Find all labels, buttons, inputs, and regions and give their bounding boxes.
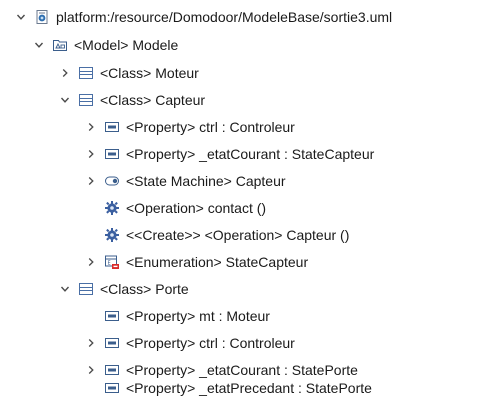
tree-node-label: <Class> Capteur xyxy=(100,92,206,108)
tree-node-state-machine[interactable]: <State Machine> Capteur xyxy=(84,168,286,194)
model-package-icon xyxy=(52,37,68,53)
property-icon xyxy=(104,146,120,162)
chevron-down-icon[interactable] xyxy=(32,38,46,52)
tree-node-class-moteur[interactable]: <Class> Moteur xyxy=(58,60,199,86)
property-icon xyxy=(104,335,120,351)
class-icon xyxy=(78,281,94,297)
tree-node-label: <Property> mt : Moteur xyxy=(126,308,270,324)
chevron-right-icon[interactable] xyxy=(84,255,98,269)
tree-node-label: <Property> _etatPrecedant : StatePorte xyxy=(126,380,372,396)
tree-node-property-etatcourant[interactable]: <Property> _etatCourant : StateCapteur xyxy=(84,141,374,167)
tree-node-label: <Model> Modele xyxy=(74,37,179,53)
class-icon xyxy=(78,65,94,81)
tree-node-label: <Enumeration> StateCapteur xyxy=(126,254,309,270)
chevron-right-icon[interactable] xyxy=(58,66,72,80)
chevron-right-icon[interactable] xyxy=(84,120,98,134)
chevron-right-icon[interactable] xyxy=(84,336,98,350)
tree-node-label: <State Machine> Capteur xyxy=(126,173,286,189)
tree-node-label: <<Create>> <Operation> Capteur () xyxy=(126,227,350,243)
chevron-down-icon[interactable] xyxy=(14,10,28,24)
model-tree: platform:/resource/Domodoor/ModeleBase/s… xyxy=(0,0,489,401)
class-icon xyxy=(78,92,94,108)
tree-node-label: <Property> ctrl : Controleur xyxy=(126,335,295,351)
uml-resource-icon xyxy=(34,9,50,25)
tree-node-property-etatprecedant[interactable]: <Property> _etatPrecedant : StatePorte xyxy=(104,375,372,401)
tree-node-enumeration[interactable]: E <Enumeration> StateCapteur xyxy=(84,249,308,275)
tree-node-label: platform:/resource/Domodoor/ModeleBase/s… xyxy=(56,9,393,25)
property-icon xyxy=(104,380,120,396)
tree-node-root[interactable]: platform:/resource/Domodoor/ModeleBase/s… xyxy=(14,4,392,30)
operation-icon xyxy=(104,200,120,216)
property-icon xyxy=(104,119,120,135)
tree-node-operation-contact[interactable]: <Operation> contact () xyxy=(104,195,266,221)
tree-node-class-porte[interactable]: <Class> Porte xyxy=(58,276,189,302)
chevron-down-icon[interactable] xyxy=(58,93,72,107)
tree-node-property-ctrl-porte[interactable]: <Property> ctrl : Controleur xyxy=(84,330,295,356)
tree-node-label: <Class> Porte xyxy=(100,281,189,297)
svg-text:E: E xyxy=(108,261,111,267)
tree-node-operation-create[interactable]: <<Create>> <Operation> Capteur () xyxy=(104,222,349,248)
enumeration-icon: E xyxy=(104,254,120,270)
tree-node-model[interactable]: <Model> Modele xyxy=(32,32,178,58)
tree-node-label: <Property> ctrl : Controleur xyxy=(126,119,295,135)
chevron-right-icon[interactable] xyxy=(84,363,98,377)
tree-node-property-ctrl[interactable]: <Property> ctrl : Controleur xyxy=(84,114,295,140)
property-icon xyxy=(104,308,120,324)
tree-node-property-mt[interactable]: <Property> mt : Moteur xyxy=(104,303,270,329)
chevron-right-icon[interactable] xyxy=(84,174,98,188)
tree-node-label: <Class> Moteur xyxy=(100,65,199,81)
chevron-down-icon[interactable] xyxy=(58,282,72,296)
tree-node-label: <Property> _etatCourant : StateCapteur xyxy=(126,146,375,162)
tree-node-label: <Operation> contact () xyxy=(126,200,267,216)
chevron-right-icon[interactable] xyxy=(84,147,98,161)
state-machine-icon xyxy=(104,173,120,189)
tree-node-class-capteur[interactable]: <Class> Capteur xyxy=(58,87,205,113)
operation-icon xyxy=(104,227,120,243)
